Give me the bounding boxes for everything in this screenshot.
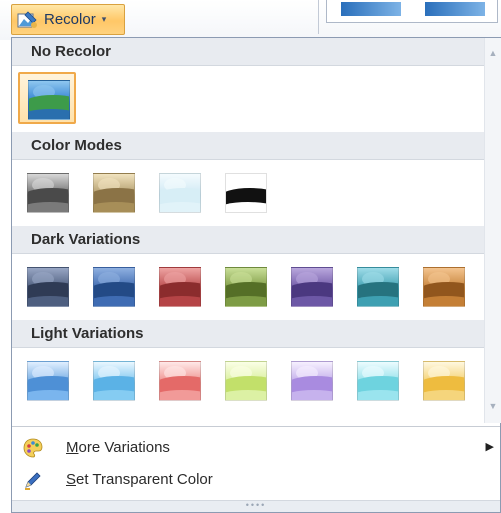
palette-icon <box>23 438 43 458</box>
swatch-thumbnail <box>27 173 69 213</box>
submenu-arrow-icon: ▶ <box>485 441 494 453</box>
swatch-light-red[interactable] <box>150 354 208 406</box>
swatch-thumbnail <box>159 173 201 213</box>
swatch-dark-red[interactable] <box>150 260 208 312</box>
swatch-light-blue[interactable] <box>18 354 76 406</box>
swatch-thumbnail <box>423 361 465 401</box>
ribbon-strip: Recolor ▾ <box>0 0 501 40</box>
swatch-thumbnail <box>357 267 399 307</box>
section-header: Dark Variations <box>12 226 484 254</box>
swatch-dark-orange[interactable] <box>414 260 472 312</box>
swatch-thumbnail <box>291 361 333 401</box>
recolor-gallery: No Recolor Color Modes Dark Variations Ligh… <box>11 37 501 513</box>
swatch-thumbnail <box>93 267 135 307</box>
swatch-thumbnail <box>159 267 201 307</box>
swatch-grayscale[interactable] <box>18 166 76 218</box>
swatch-washout[interactable] <box>150 166 208 218</box>
recolor-icon <box>17 10 37 28</box>
swatch-dark-teal[interactable] <box>348 260 406 312</box>
section-header: Color Modes <box>12 132 484 160</box>
swatch-row <box>12 348 484 412</box>
menu-item-set-transparent-color[interactable]: Set Transparent Color <box>12 465 500 495</box>
swatch-thumbnail <box>225 361 267 401</box>
recolor-button[interactable]: Recolor ▾ <box>11 4 125 35</box>
scroll-down-arrow-icon[interactable]: ▼ <box>485 399 501 413</box>
gallery-scrollbar[interactable]: ▲ ▼ <box>484 38 501 423</box>
swatch-sepia[interactable] <box>84 166 142 218</box>
swatch-light-lime[interactable] <box>216 354 274 406</box>
swatch-dark-purple[interactable] <box>282 260 340 312</box>
section-header: Light Variations <box>12 320 484 348</box>
swatch-thumbnail <box>423 267 465 307</box>
swatch-thumbnail <box>93 361 135 401</box>
set-transparent-color-label: Set Transparent Color <box>66 471 213 488</box>
swatch-thumbnail <box>27 361 69 401</box>
swatch-light-gold[interactable] <box>414 354 472 406</box>
swatch-thumbnail <box>225 267 267 307</box>
swatch-black-and-white[interactable] <box>216 166 274 218</box>
swatch-light-lavender[interactable] <box>282 354 340 406</box>
swatch-row <box>12 160 484 224</box>
menu-item-more-variations[interactable]: More Variations ▶ <box>12 433 500 463</box>
swatch-no-recolor[interactable] <box>18 72 76 124</box>
swatch-thumbnail <box>27 267 69 307</box>
swatch-row <box>12 66 484 130</box>
swatch-thumbnail <box>28 80 70 120</box>
swatch-light-aqua[interactable] <box>348 354 406 406</box>
swatch-thumbnail <box>291 267 333 307</box>
ribbon-picture-preview <box>326 0 498 23</box>
scroll-up-arrow-icon[interactable]: ▲ <box>485 46 501 60</box>
swatch-dark-slate[interactable] <box>18 260 76 312</box>
resize-grip[interactable]: •••• <box>12 500 500 512</box>
swatch-row <box>12 254 484 318</box>
swatch-thumbnail <box>357 361 399 401</box>
recolor-label: Recolor <box>44 11 96 28</box>
swatch-dark-blue[interactable] <box>84 260 142 312</box>
swatch-thumbnail <box>159 361 201 401</box>
pen-icon <box>25 472 41 490</box>
swatch-thumbnail <box>225 173 267 213</box>
swatch-dark-green[interactable] <box>216 260 274 312</box>
ribbon-divider <box>318 0 319 34</box>
swatch-thumbnail <box>93 173 135 213</box>
recolor-menu: More Variations ▶ Set Transparent Color <box>12 426 500 497</box>
more-variations-label: More Variations <box>66 439 170 456</box>
swatch-light-sky[interactable] <box>84 354 142 406</box>
section-header: No Recolor <box>12 38 484 66</box>
chevron-down-icon: ▾ <box>101 14 107 24</box>
